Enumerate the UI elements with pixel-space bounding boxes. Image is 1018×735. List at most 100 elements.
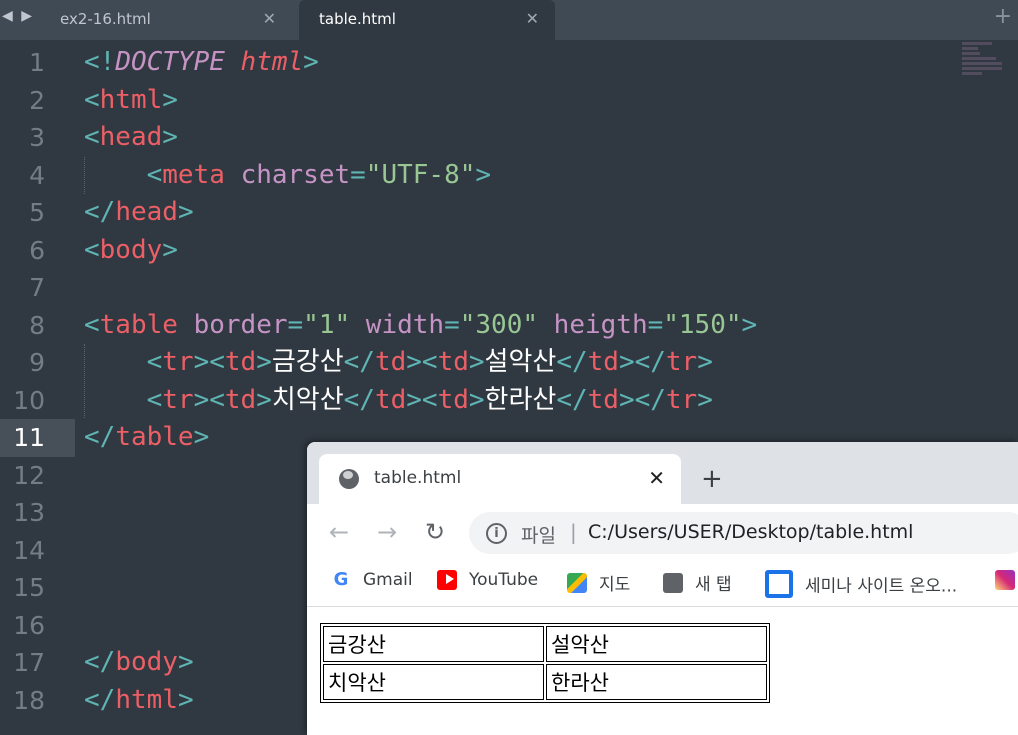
tab-label: table.html <box>319 10 396 28</box>
code-token: td <box>224 384 257 415</box>
back-icon[interactable]: ← <box>329 518 349 546</box>
bookmark-new-tab[interactable]: 새 탭 <box>663 570 732 596</box>
table-row: 치악산 한라산 <box>323 664 767 700</box>
rendered-table: 금강산 설악산 치악산 한라산 <box>320 623 770 703</box>
bookmarks-bar: G Gmail YouTube 지도 새 탭 세미나 사이트 온오... <box>307 562 1018 607</box>
code-token: < <box>146 159 163 190</box>
bookmark-instagram[interactable] <box>995 570 1018 596</box>
code-token: </ <box>556 384 588 415</box>
close-tab-icon[interactable]: ✕ <box>263 0 276 38</box>
code-line: <html> <box>84 82 757 120</box>
reload-icon[interactable]: ↻ <box>425 518 445 546</box>
table-cell: 치악산 <box>323 664 544 700</box>
code-token: "1" <box>303 309 351 340</box>
bookmark-label: YouTube <box>469 570 539 590</box>
browser-tab-strip: table.html ✕ + <box>307 442 1018 504</box>
code-token: charset <box>240 159 351 190</box>
code-token: < <box>84 122 100 152</box>
code-token: > <box>177 684 194 715</box>
code-token: border <box>193 309 288 340</box>
close-tab-icon[interactable]: ✕ <box>526 0 539 38</box>
code-line: <table border="1" width="300" heigth="15… <box>84 307 757 345</box>
code-token: meta <box>162 159 225 190</box>
line-number: 13 <box>13 498 45 527</box>
close-icon[interactable]: ✕ <box>648 466 665 490</box>
new-tab-button[interactable]: + <box>701 464 723 494</box>
code-token: < <box>84 84 100 115</box>
bookmark-label: 새 탭 <box>695 575 732 595</box>
table-cell: 설악산 <box>546 626 767 662</box>
address-url: C:/Users/USER/Desktop/table.html <box>588 521 914 543</box>
code-token: td <box>437 347 469 377</box>
line-number: 18 <box>13 685 45 715</box>
code-token: = <box>444 309 460 340</box>
line-number: 4 <box>29 160 45 190</box>
forward-icon[interactable]: → <box>377 518 397 546</box>
line-number: 10 <box>13 385 45 415</box>
code-token: > <box>193 422 210 452</box>
info-icon[interactable]: i <box>486 523 507 544</box>
code-token: > <box>162 234 178 265</box>
code-token: td <box>587 384 619 415</box>
line-number: 3 <box>29 123 45 152</box>
code-token: = <box>287 309 304 340</box>
code-token: table <box>99 309 178 340</box>
line-number: 15 <box>13 573 45 602</box>
code-token: < <box>84 309 100 340</box>
code-token: "UTF-8" <box>365 159 476 190</box>
code-token: > <box>303 47 319 77</box>
browser-tab-title: table.html <box>374 468 462 488</box>
address-separator: | <box>570 520 577 544</box>
code-token: html <box>115 684 178 715</box>
tab-nav-arrows-icon[interactable]: ◀ ▶ <box>2 8 34 24</box>
globe-icon <box>663 572 683 593</box>
code-token: > <box>741 309 758 340</box>
code-token: td <box>437 384 469 415</box>
line-number: 7 <box>29 273 45 302</box>
seminar-icon <box>765 570 793 598</box>
new-tab-plus-icon[interactable]: + <box>994 4 1012 29</box>
bookmark-seminar[interactable]: 세미나 사이트 온오... <box>765 570 957 598</box>
code-token: html <box>99 84 163 115</box>
bookmark-youtube[interactable]: YouTube <box>437 570 538 596</box>
bookmark-maps[interactable]: 지도 <box>567 570 630 596</box>
code-text: 한라산 <box>484 384 557 415</box>
code-line: <!DOCTYPE html> <box>84 44 757 82</box>
browser-window: table.html ✕ + ← → ↻ i 파일 | C:/Users/USE… <box>307 442 1018 735</box>
code-token: < <box>146 384 163 415</box>
code-token: > <box>177 197 194 227</box>
code-token: > <box>468 384 485 415</box>
bookmark-label: 지도 <box>599 575 631 595</box>
code-token: < <box>146 347 163 377</box>
address-bar[interactable]: i 파일 | C:/Users/USER/Desktop/table.html <box>469 512 1018 554</box>
code-line: <meta charset="UTF-8"> <box>84 157 757 195</box>
code-token: > <box>177 647 194 677</box>
address-scheme: 파일 <box>521 525 556 547</box>
code-minimap[interactable] <box>962 42 1012 102</box>
line-number: 17 <box>13 648 45 677</box>
code-token: > <box>468 347 485 377</box>
tab-ex2-16[interactable]: ex2-16.html ✕ <box>40 0 292 38</box>
line-number: 1 <box>29 48 45 77</box>
code-line: <head> <box>84 119 757 157</box>
code-token: >< <box>193 347 225 377</box>
code-token: td <box>374 347 407 377</box>
code-token: head <box>99 122 163 152</box>
code-token: tr <box>162 347 194 377</box>
bookmark-label: Gmail <box>363 570 413 590</box>
code-token: > <box>256 384 272 415</box>
table-cell: 금강산 <box>323 626 544 662</box>
line-number: 12 <box>13 460 45 490</box>
code-token: >< <box>406 347 438 377</box>
code-token: <! <box>84 47 116 77</box>
browser-toolbar: ← → ↻ i 파일 | C:/Users/USER/Desktop/table… <box>307 504 1018 562</box>
code-token: </ <box>343 384 375 415</box>
bookmark-gmail[interactable]: G Gmail <box>331 570 413 596</box>
rendered-page: 금강산 설악산 치악산 한라산 <box>307 607 1018 735</box>
tab-table-html[interactable]: table.html ✕ <box>299 0 555 41</box>
code-token: > <box>256 347 272 377</box>
code-line: <tr><td>금강산</td><td>설악산</td></tr> <box>84 344 757 382</box>
code-token: ></ <box>618 347 666 377</box>
browser-tab[interactable]: table.html ✕ <box>319 454 681 504</box>
